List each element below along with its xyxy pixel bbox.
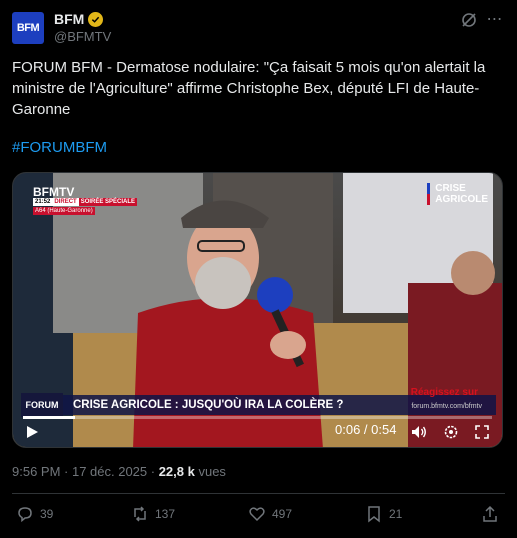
more-options-icon[interactable]: ⋯ xyxy=(485,10,505,30)
react-label: Réagissez sur xyxy=(410,387,478,398)
hashtag-link[interactable]: #FORUMBFM xyxy=(12,139,107,156)
tweet-header: BFM BFM @BFMTV ⋯ xyxy=(12,8,505,48)
display-name[interactable]: BFM xyxy=(54,11,84,27)
broadcast-label: SOIRÉE SPÉCIALE xyxy=(78,198,138,206)
crise-agricole-badge: CRISE AGRICOLE xyxy=(427,183,488,205)
tweet-meta: 9:56 PM · 17 déc. 2025 · 22,8 k vues xyxy=(12,464,226,479)
channel-logo: BFMTV xyxy=(33,185,75,199)
bookmark-count: 21 xyxy=(389,507,403,521)
time-display: 0:06 / 0:54 xyxy=(335,422,397,437)
timestamp[interactable]: 9:56 PM · 17 déc. 2025 · xyxy=(12,464,159,479)
share-button[interactable] xyxy=(481,505,499,523)
video-player[interactable]: BFMTV 21:52 DIRECT SOIRÉE SPÉCIALE A64 (… xyxy=(12,172,503,448)
views-label: vues xyxy=(194,464,226,479)
forum-url: forum.bfmtv.com/bfmtv xyxy=(411,403,482,410)
fullscreen-icon[interactable] xyxy=(475,425,489,439)
repost-icon xyxy=(134,506,146,522)
reply-icon xyxy=(18,507,32,523)
tweet-text: FORUM BFM - Dermatose nodulaire: "Ça fai… xyxy=(12,59,486,118)
reply-count: 39 xyxy=(40,507,54,521)
verified-badge-icon xyxy=(88,11,104,27)
broadcast-banner: 21:52 DIRECT SOIRÉE SPÉCIALE xyxy=(33,198,138,206)
location-label: A64 (Haute-Garonne) xyxy=(33,207,95,215)
forum-logo: FORUM xyxy=(21,393,63,417)
like-count: 497 xyxy=(272,507,293,521)
handle[interactable]: @BFMTV xyxy=(54,29,111,44)
play-icon[interactable] xyxy=(25,425,39,439)
avatar[interactable]: BFM xyxy=(12,12,44,44)
reply-button[interactable]: 39 xyxy=(16,505,53,523)
lower-third: FORUM CRISE AGRICOLE : JUSQU'OÙ IRA LA C… xyxy=(21,387,496,417)
share-icon xyxy=(483,505,497,522)
progress-bar[interactable] xyxy=(23,416,492,419)
views-count: 22,8 k xyxy=(158,464,195,479)
repost-count: 137 xyxy=(155,507,176,521)
like-button[interactable]: 497 xyxy=(248,505,292,523)
settings-gear-icon[interactable] xyxy=(443,424,459,440)
name-row: BFM xyxy=(54,11,104,27)
divider xyxy=(12,493,505,494)
repost-button[interactable]: 137 xyxy=(131,505,175,523)
bookmark-button[interactable]: 21 xyxy=(365,505,402,523)
broadcast-status: DIRECT xyxy=(52,198,79,206)
progress-fill xyxy=(23,416,75,419)
broadcast-time: 21:52 xyxy=(33,198,53,206)
heart-icon xyxy=(249,507,265,522)
bookmark-icon xyxy=(368,506,380,523)
action-bar: 39 137 497 21 xyxy=(0,505,517,531)
grok-icon[interactable] xyxy=(459,10,479,30)
volume-icon[interactable] xyxy=(411,425,427,439)
